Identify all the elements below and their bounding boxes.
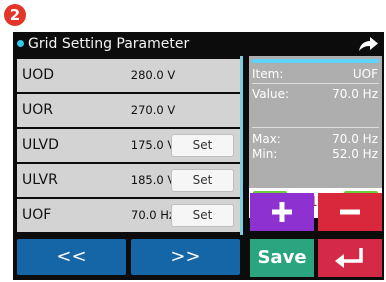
current-value: 70.0 Hz [332, 87, 378, 101]
decrement-button[interactable] [318, 193, 382, 231]
param-row-uor[interactable]: UOR 270.0 V [17, 94, 240, 127]
device-screen: Grid Setting Parameter UOD 280.0 V UOR 2… [13, 32, 384, 280]
param-name: ULVD [22, 137, 59, 153]
param-name: UOD [22, 67, 55, 83]
parameter-info-panel: Item: UOF Value: 70.0 Hz Max: 70.0 Hz Mi… [249, 56, 382, 198]
save-button[interactable]: Save [250, 239, 314, 277]
enter-button[interactable] [318, 239, 382, 277]
info-header-bar [252, 59, 379, 63]
item-label: Item: [252, 67, 284, 81]
share-icon[interactable] [357, 35, 379, 53]
param-row-ulvd[interactable]: ULVD 175.0 V Set [17, 129, 240, 162]
param-row-uod[interactable]: UOD 280.0 V [17, 59, 240, 92]
param-name: UOR [22, 102, 53, 118]
minus-icon [340, 209, 360, 215]
param-row-ulvr[interactable]: ULVR 185.0 V Set [17, 164, 240, 197]
plus-icon [272, 202, 292, 222]
min-label: Min: [252, 147, 278, 161]
item-value: UOF [352, 67, 378, 81]
param-name: ULVR [22, 172, 58, 188]
divider [252, 83, 379, 84]
param-row-uof[interactable]: UOF 70.0 Hz Set [17, 199, 240, 232]
list-scrollbar[interactable] [240, 56, 243, 235]
param-value: 270.0 V [130, 103, 176, 117]
step-number-badge: 2 [4, 4, 26, 26]
set-button-ulvr[interactable]: Set [171, 169, 234, 192]
next-page-button[interactable]: >> [131, 239, 240, 275]
enter-icon [335, 248, 363, 268]
divider [252, 127, 379, 128]
max-value: 70.0 Hz [332, 132, 378, 146]
increment-button[interactable] [250, 193, 314, 231]
param-name: UOF [22, 207, 52, 223]
prev-page-button[interactable]: << [17, 239, 126, 275]
set-button-ulvd[interactable]: Set [171, 134, 234, 157]
save-label: Save [257, 247, 307, 268]
param-value: 280.0 V [130, 68, 176, 82]
page-title: Grid Setting Parameter [28, 36, 190, 52]
title-bar: Grid Setting Parameter [13, 32, 384, 56]
set-button-uof[interactable]: Set [171, 204, 234, 227]
title-dot-icon [17, 40, 24, 47]
min-value: 52.0 Hz [332, 147, 378, 161]
max-label: Max: [252, 132, 281, 146]
value-label: Value: [252, 87, 289, 101]
